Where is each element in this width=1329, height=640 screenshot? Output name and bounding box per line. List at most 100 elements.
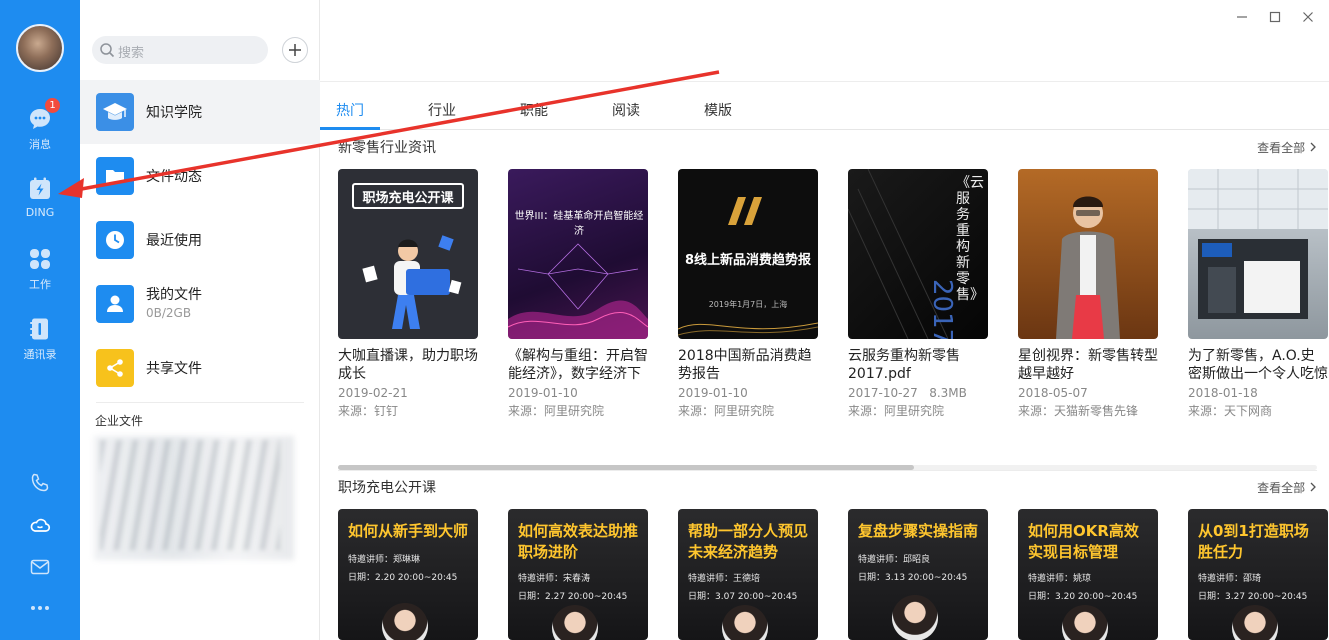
course-title: 从0到1打造职场胜任力 xyxy=(1198,522,1309,561)
nav-label: 最近使用 xyxy=(146,233,202,249)
tab-function[interactable]: 职能 xyxy=(520,100,548,120)
plus-icon xyxy=(289,44,301,56)
card-date: 2018-05-07 xyxy=(1018,386,1088,400)
rail-work-label: 工作 xyxy=(29,278,51,291)
card-date: 2019-01-10 xyxy=(678,386,748,400)
nav-recent[interactable]: 最近使用 xyxy=(80,208,320,272)
tab-hot[interactable]: 热门 xyxy=(336,100,364,120)
svg-text:2017: 2017 xyxy=(927,279,957,339)
card-thumbnail: 8线上新品消费趋势报 2019年1月7日，上海 xyxy=(678,169,818,339)
card-date: 2017-10-27 xyxy=(848,386,918,400)
user-icon xyxy=(96,285,134,323)
rail-contacts-label: 通讯录 xyxy=(23,348,57,361)
news-card[interactable]: 《云服务重构新零售》 2017 云服务重构新零售2017.pdf 2017-10… xyxy=(848,169,988,419)
section-title: 新零售行业资讯 xyxy=(338,140,436,156)
course-lecturer: 特邀讲师：王德培 xyxy=(688,574,761,584)
card-title: 《解构与重组：开启智能经济》，数字经济下 xyxy=(508,348,648,382)
rail-messages-label: 消息 xyxy=(29,138,51,151)
card-source: 来源：阿里研究院 xyxy=(678,404,775,418)
card-source: 来源：阿里研究院 xyxy=(848,404,945,418)
lecturer-photo xyxy=(1232,605,1278,640)
card-file-size: 8.3MB xyxy=(929,386,967,400)
see-all-link[interactable]: 查看全部 xyxy=(1257,139,1317,156)
course-card[interactable]: 复盘步骤实操指南 特邀讲师：邱昭良 日期：3.13 20:00~20:45 xyxy=(848,509,988,640)
card-title: 2018中国新品消费趋势报告 xyxy=(678,348,812,382)
section-title: 职场充电公开课 xyxy=(338,480,436,496)
divider xyxy=(96,402,304,403)
course-title: 如何从新手到大师 xyxy=(348,522,469,540)
lecturer-photo xyxy=(892,595,938,640)
see-all-label: 查看全部 xyxy=(1257,481,1306,495)
course-card[interactable]: 如何从新手到大师 特邀讲师：郑琳琳 日期：2.20 20:00~20:45 xyxy=(338,509,478,640)
card-thumbnail xyxy=(1018,169,1158,339)
see-all-label: 查看全部 xyxy=(1257,141,1306,155)
nav-label: 文件动态 xyxy=(146,169,202,185)
nav-file-activity[interactable]: 文件动态 xyxy=(80,144,320,208)
course-date: 日期：2.20 20:00~20:45 xyxy=(348,573,458,583)
card-title: 为了新零售，A.O.史密斯做出一个令人吃惊 xyxy=(1188,348,1328,382)
speaker-photo xyxy=(1056,196,1120,339)
course-date: 日期：2.27 20:00~20:45 xyxy=(518,592,628,602)
thumb-caption: 职场充电公开课 xyxy=(362,191,454,206)
card-source: 来源：天下网商 xyxy=(1188,404,1273,418)
nav-label: 知识学院 xyxy=(146,105,202,121)
course-card[interactable]: 帮助一部分人预见未来经济趋势 特邀讲师：王德培 日期：3.07 20:00~20… xyxy=(678,509,818,640)
nav-shared-files[interactable]: 共享文件 xyxy=(80,336,320,400)
course-date: 日期：3.07 20:00~20:45 xyxy=(688,592,798,602)
mail-icon xyxy=(30,559,50,575)
course-card[interactable]: 从0到1打造职场胜任力 特邀讲师：邵琦 日期：3.27 20:00~20:45 xyxy=(1188,509,1328,640)
nav-knowledge-academy[interactable]: 知识学院 xyxy=(80,80,320,144)
card-title: 星创视界：新零售转型越早越好 xyxy=(1018,348,1158,382)
enterprise-files-heading: 企业文件 xyxy=(95,414,144,428)
ding-calendar-icon xyxy=(30,177,50,199)
section-divider xyxy=(338,470,1317,471)
news-card[interactable]: 8线上新品消费趋势报 2019年1月7日，上海 2018中国新品消费趋势报告 2… xyxy=(678,169,818,419)
contacts-book-icon xyxy=(30,318,48,340)
category-tabs: 热门 行业 职能 阅读 模版 xyxy=(320,82,1329,130)
course-title: 复盘步骤实操指南 xyxy=(858,522,979,540)
avatar[interactable] xyxy=(16,24,64,72)
news-card[interactable]: 世界III：硅基革命开启智能经济 《解构与重组：开启智能经济》，数字经济下 20… xyxy=(508,169,648,419)
more-button[interactable] xyxy=(0,598,80,622)
card-date-size: 2017-10-27 8.3MB xyxy=(848,386,988,400)
rail-ding[interactable]: DING xyxy=(0,176,80,219)
chevron-right-icon xyxy=(1310,142,1316,152)
thumb-caption: 8线上新品消费趋势报 xyxy=(684,253,812,268)
news-card[interactable]: 职场充电公开课 大咖直播课，助力职场成长 2019-02-21 来源：钉钉 xyxy=(338,169,478,419)
nav-label: 我的文件 xyxy=(146,287,202,303)
course-card[interactable]: 如何高效表达助推职场进阶 特邀讲师：宋春涛 日期：2.27 20:00~20:4… xyxy=(508,509,648,640)
course-lecturer: 特邀讲师：宋春涛 xyxy=(518,574,591,584)
storage-usage: 0B/2GB xyxy=(146,306,192,320)
active-tab-indicator xyxy=(320,127,380,130)
tab-reading[interactable]: 阅读 xyxy=(612,100,640,120)
news-card[interactable]: 星创视界：新零售转型越早越好 2018-05-07 来源：天猫新零售先锋 xyxy=(1018,169,1158,419)
apps-grid-icon xyxy=(30,249,50,269)
store-photo xyxy=(1188,169,1328,319)
add-button[interactable] xyxy=(282,37,308,63)
illustration xyxy=(362,235,462,329)
cloud-disk-button[interactable] xyxy=(0,514,80,540)
phone-button[interactable] xyxy=(0,472,80,498)
rail-contacts[interactable]: 通讯录 xyxy=(0,316,80,362)
nav-my-files[interactable]: 我的文件 0B/2GB xyxy=(80,272,320,336)
nav-label: 共享文件 xyxy=(146,361,202,377)
course-lecturer: 特邀讲师：姚琼 xyxy=(1028,574,1092,584)
search-input[interactable]: 搜索 xyxy=(92,36,268,64)
news-card[interactable]: 为了新零售，A.O.史密斯做出一个令人吃惊 2018-01-18 来源：天下网商 xyxy=(1188,169,1328,419)
file-nav-panel: 搜索 知识学院 文件动态 最近使用 我的文件 0B/2GB 共享文件 企业文件 xyxy=(80,0,320,640)
tab-templates[interactable]: 模版 xyxy=(704,100,732,120)
gold-wave xyxy=(678,322,818,336)
card-thumbnail: 世界III：硅基革命开启智能经济 xyxy=(508,169,648,339)
brand-logo-icon xyxy=(728,197,762,225)
main-content: 热门 行业 职能 阅读 模版 新零售行业资讯 查看全部 职场充电公开课 大咖直播… xyxy=(320,0,1329,640)
academy-icon xyxy=(96,93,134,131)
course-card[interactable]: 如何用OKR高效实现目标管理 特邀讲师：姚琼 日期：3.20 20:00~20:… xyxy=(1018,509,1158,640)
rail-messages[interactable]: 消息 xyxy=(0,106,80,152)
see-all-link[interactable]: 查看全部 xyxy=(1257,479,1317,496)
tab-industry[interactable]: 行业 xyxy=(428,100,456,120)
mail-button[interactable] xyxy=(0,556,80,582)
card-source: 来源：钉钉 xyxy=(338,404,399,418)
more-dots-icon xyxy=(31,606,49,610)
rail-work[interactable]: 工作 xyxy=(0,246,80,292)
course-lecturer: 特邀讲师：邱昭良 xyxy=(858,555,931,565)
